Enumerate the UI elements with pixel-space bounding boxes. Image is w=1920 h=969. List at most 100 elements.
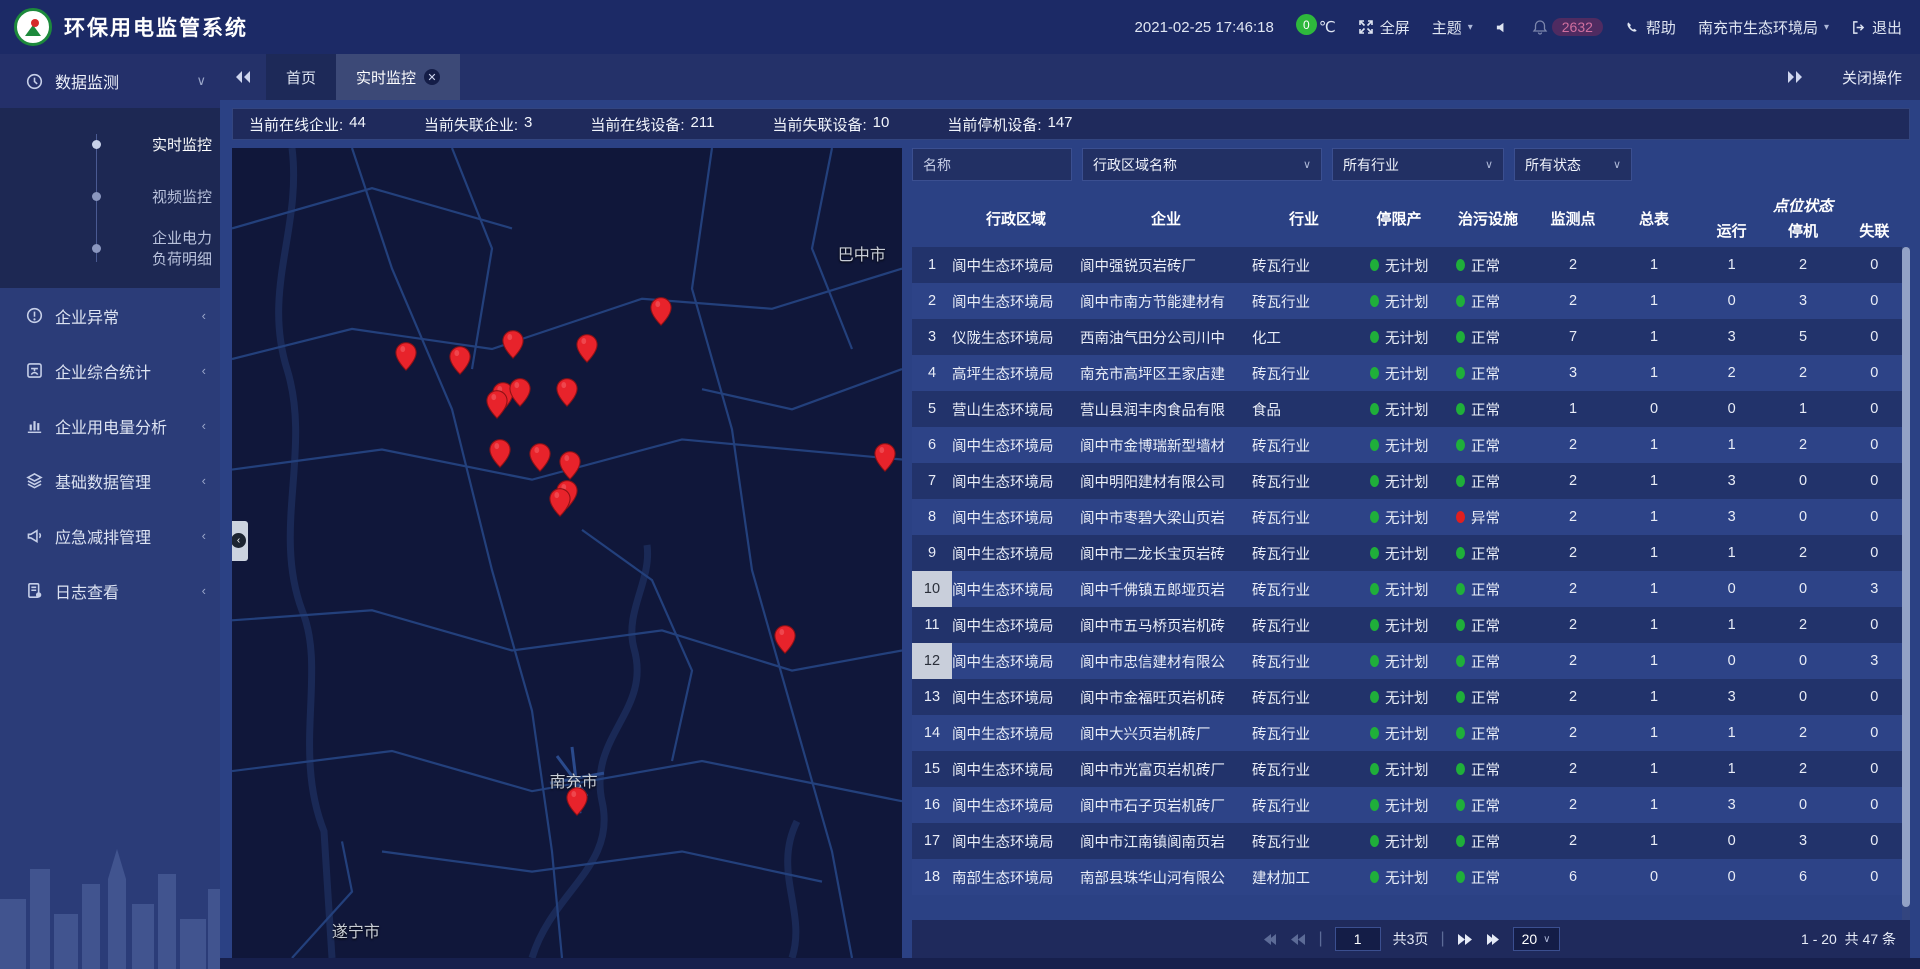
cell-stop: 2 bbox=[1767, 257, 1838, 273]
notifications[interactable]: 2632 bbox=[1532, 18, 1603, 36]
cell-run: 0 bbox=[1696, 581, 1767, 597]
sidebar-item-power-analysis[interactable]: 企业用电量分析‹ bbox=[0, 398, 220, 453]
logout-button[interactable]: 退出 bbox=[1851, 17, 1902, 38]
map-pin-icon[interactable] bbox=[549, 487, 571, 522]
sidebar-subitem[interactable]: 企业电力负荷明细 bbox=[0, 222, 220, 274]
table-row[interactable]: 6 阆中生态环境局 阆中市金博瑞新型墙材 砖瓦行业 无计划 bbox=[912, 427, 1910, 463]
map-collapse-handle[interactable]: ‹ bbox=[232, 521, 248, 561]
cell-stop: 2 bbox=[1767, 617, 1838, 633]
cell-index: 3 bbox=[912, 319, 952, 355]
table-row[interactable]: 15 阆中生态环境局 阆中市光富页岩机砖厂 砖瓦行业 无计划 bbox=[912, 751, 1910, 787]
tab-close-icon[interactable]: ✕ bbox=[424, 69, 440, 85]
cell-points: 2 bbox=[1534, 293, 1612, 309]
col-header-point-status-group: 点位状态 bbox=[1696, 191, 1910, 216]
sound-button[interactable] bbox=[1495, 20, 1510, 35]
cell-facility-status: 正常 bbox=[1442, 291, 1534, 312]
table-row[interactable]: 8 阆中生态环境局 阆中市枣碧大梁山页岩 砖瓦行业 无计划 bbox=[912, 499, 1910, 535]
map-pin-icon[interactable] bbox=[486, 390, 508, 425]
sidebar-item-emergency-reduction[interactable]: 应急减排管理‹ bbox=[0, 508, 220, 563]
table-row[interactable]: 17 阆中生态环境局 阆中市江南镇阆南页岩 砖瓦行业 无计划 bbox=[912, 823, 1910, 859]
cell-index: 8 bbox=[912, 499, 952, 535]
table-row[interactable]: 11 阆中生态环境局 阆中市五马桥页岩机砖 砖瓦行业 无计划 bbox=[912, 607, 1910, 643]
map-pin-icon[interactable] bbox=[395, 341, 417, 376]
name-filter-input[interactable] bbox=[912, 148, 1072, 181]
status-filter-select[interactable]: 所有状态∨ bbox=[1514, 148, 1632, 181]
tabs-scroll-right-button[interactable] bbox=[1772, 70, 1818, 84]
map-pin-icon[interactable] bbox=[566, 787, 588, 822]
org-dropdown[interactable]: 南充市生态环境局▾ bbox=[1698, 17, 1829, 38]
map-panel[interactable]: 巴中市 南充市 遂宁市 bbox=[232, 148, 902, 958]
cell-run: 1 bbox=[1696, 761, 1767, 777]
map-pin-icon[interactable] bbox=[576, 333, 598, 368]
cell-run: 1 bbox=[1696, 617, 1767, 633]
map-pin-icon[interactable] bbox=[874, 442, 896, 477]
last-page-button[interactable] bbox=[1485, 933, 1501, 946]
map-pin-icon[interactable] bbox=[509, 378, 531, 413]
table-row[interactable]: 13 阆中生态环境局 阆中市金福旺页岩机砖 砖瓦行业 无计划 bbox=[912, 679, 1910, 715]
sidebar-subitem[interactable]: 视频监控 bbox=[0, 170, 220, 222]
map-pin-icon[interactable] bbox=[650, 297, 672, 332]
tab-realtime-monitoring[interactable]: 实时监控 ✕ bbox=[336, 54, 460, 100]
status-dot-icon bbox=[1456, 655, 1465, 667]
sidebar-item-company-stats[interactable]: 企业综合统计‹ bbox=[0, 343, 220, 398]
map-pin-icon[interactable] bbox=[502, 329, 524, 364]
table-row[interactable]: 1 阆中生态环境局 阆中强锐页岩砖厂 砖瓦行业 无计划 bbox=[912, 247, 1910, 283]
sidebar-subitem[interactable]: 实时监控 bbox=[0, 118, 220, 170]
table-row[interactable]: 7 阆中生态环境局 阆中明阳建材有限公司 砖瓦行业 无计划 bbox=[912, 463, 1910, 499]
table-row[interactable]: 2 阆中生态环境局 阆中市南方节能建材有 砖瓦行业 无计划 bbox=[912, 283, 1910, 319]
table-row[interactable]: 18 南部生态环境局 南部县珠华山河有限公 建材加工 无计划 bbox=[912, 859, 1910, 895]
tabs-scroll-left-button[interactable] bbox=[220, 70, 266, 84]
cell-stop: 0 bbox=[1767, 689, 1838, 705]
chevron-down-icon: ∨ bbox=[1485, 158, 1493, 171]
cell-prod-status: 无计划 bbox=[1356, 471, 1442, 492]
next-page-button[interactable] bbox=[1457, 933, 1473, 946]
cell-facility-status: 正常 bbox=[1442, 471, 1534, 492]
status-dot-icon bbox=[1456, 367, 1465, 379]
table-header: 行政区域 企业 行业 停限产 治污设施 监测点 总表 点位状态 运行 停机 失联 bbox=[912, 189, 1910, 247]
cell-industry: 砖瓦行业 bbox=[1252, 435, 1356, 456]
cell-run: 0 bbox=[1696, 653, 1767, 669]
table-row[interactable]: 12 阆中生态环境局 阆中市忠信建材有限公 砖瓦行业 无计划 bbox=[912, 643, 1910, 679]
map-pin-icon[interactable] bbox=[449, 345, 471, 380]
first-page-button[interactable] bbox=[1262, 933, 1278, 946]
sidebar-item-base-data[interactable]: 基础数据管理‹ bbox=[0, 453, 220, 508]
table-row[interactable]: 9 阆中生态环境局 阆中市二龙长宝页岩砖 砖瓦行业 无计划 bbox=[912, 535, 1910, 571]
cell-stop: 3 bbox=[1767, 293, 1838, 309]
theme-dropdown[interactable]: 主题▾ bbox=[1432, 17, 1473, 38]
cell-meters: 1 bbox=[1612, 437, 1696, 453]
help-button[interactable]: 帮助 bbox=[1625, 17, 1676, 38]
cell-meters: 1 bbox=[1612, 689, 1696, 705]
table-scrollbar[interactable] bbox=[1902, 247, 1910, 920]
tab-home[interactable]: 首页 bbox=[266, 54, 336, 100]
table-row[interactable]: 3 仪陇生态环境局 西南油气田分公司川中 化工 无计划 bbox=[912, 319, 1910, 355]
map-pin-icon[interactable] bbox=[529, 442, 551, 477]
table-row[interactable]: 4 高坪生态环境局 南充市高坪区王家店建 砖瓦行业 无计划 bbox=[912, 355, 1910, 391]
sidebar-item-log-view[interactable]: 日志查看‹ bbox=[0, 563, 220, 618]
sidebar-item-data-monitoring[interactable]: 数据监测 ∨ bbox=[0, 54, 220, 108]
industry-filter-select[interactable]: 所有行业∨ bbox=[1332, 148, 1504, 181]
cell-facility-status: 正常 bbox=[1442, 363, 1534, 384]
map-pin-icon[interactable] bbox=[556, 378, 578, 413]
page-number-input[interactable] bbox=[1335, 927, 1381, 951]
close-operations-button[interactable]: 关闭操作 bbox=[1818, 67, 1920, 88]
fullscreen-button[interactable]: 全屏 bbox=[1358, 17, 1410, 38]
cell-lost: 0 bbox=[1839, 725, 1910, 741]
cell-points: 2 bbox=[1534, 257, 1612, 273]
cell-run: 1 bbox=[1696, 437, 1767, 453]
status-dot-icon bbox=[1370, 439, 1379, 451]
table-row[interactable]: 5 营山生态环境局 营山县润丰肉食品有限 食品 无计划 bbox=[912, 391, 1910, 427]
cell-stop: 5 bbox=[1767, 329, 1838, 345]
table-row[interactable]: 14 阆中生态环境局 阆中大兴页岩机砖厂 砖瓦行业 无计划 bbox=[912, 715, 1910, 751]
table-row[interactable]: 10 阆中生态环境局 阆中千佛镇五郎垭页岩 砖瓦行业 无计划 bbox=[912, 571, 1910, 607]
sidebar-item-company-anomaly[interactable]: 企业异常‹ bbox=[0, 288, 220, 343]
page-size-select[interactable]: 20∨ bbox=[1513, 927, 1560, 951]
prev-page-button[interactable] bbox=[1290, 933, 1306, 946]
chevron-left-icon: ‹ bbox=[202, 418, 206, 433]
map-pin-icon[interactable] bbox=[774, 625, 796, 660]
table-row[interactable]: 16 阆中生态环境局 阆中市石子页岩机砖厂 砖瓦行业 无计划 bbox=[912, 787, 1910, 823]
content-area: 当前在线企业: 44 当前失联企业: 3 当前在线设备: 211 当前失联设备:… bbox=[220, 100, 1920, 958]
cell-prod-status: 无计划 bbox=[1356, 363, 1442, 384]
map-pin-icon[interactable] bbox=[489, 438, 511, 473]
cell-points: 2 bbox=[1534, 617, 1612, 633]
region-filter-select[interactable]: 行政区域名称∨ bbox=[1082, 148, 1322, 181]
